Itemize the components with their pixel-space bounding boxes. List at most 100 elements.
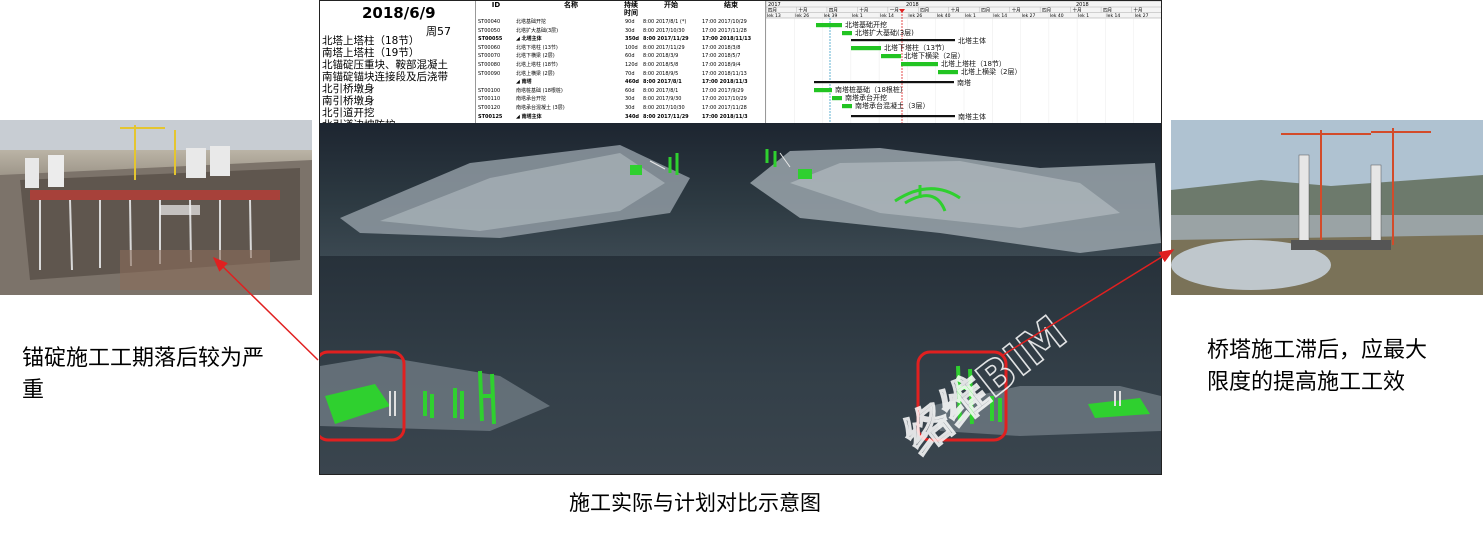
current-week: 周57 (426, 25, 451, 38)
cell-duration: 30d (625, 96, 635, 103)
planned-model-view (320, 123, 1161, 256)
cell-duration: 70d (625, 70, 635, 77)
cell-duration: 60d (625, 87, 635, 94)
cell-start: 8:00 2017/8/1 (643, 79, 682, 86)
cell-start: 8:00 2017/8/1 (*) (643, 19, 687, 25)
cell-duration: 90d (625, 19, 635, 25)
caption-tower-delay: 桥塔施工滞后，应最大限度的提高施工工效 (1207, 338, 1428, 395)
col-header-duration[interactable]: 持续时间 (624, 1, 638, 17)
col-header-start[interactable]: 开始 (641, 1, 701, 17)
gantt-bar (814, 81, 954, 84)
gantt-quarter-label: 十月 (951, 7, 960, 14)
cell-name: 南塔桩基础 (18根桩) (516, 87, 563, 94)
gantt-week-label: lek 14 (1106, 13, 1120, 19)
schedule-view: 2018/6/9 周57 北塔上塔柱（18节） 南塔上塔柱（19节） 北锚碇压重… (320, 1, 1161, 123)
cell-start: 8:00 2017/10/30 (643, 105, 685, 111)
cell-id: ST00055 (478, 36, 503, 43)
cell-name: 北塔扩大基础(3层) (516, 27, 559, 34)
gantt-bar-label: 南塔主体 (958, 112, 986, 121)
bridge-tower-photo (1171, 120, 1483, 295)
col-header-id[interactable]: ID (478, 1, 514, 17)
gantt-bar-label: 南塔 (957, 78, 971, 87)
cell-name: ◢ 南塔 (516, 79, 532, 86)
table-row[interactable]: ST00060 北塔下塔柱 (13节) 100d 8:00 2017/11/29 17:… (476, 44, 764, 52)
gantt-bar-label: 北塔上塔柱（18节） (941, 59, 1006, 68)
table-row[interactable]: ST00090 北塔上横梁 (2层) 70d 8:00 2018/9/5 17:00 2… (476, 70, 764, 78)
gantt-week-label: lek 13 (767, 13, 781, 19)
table-row[interactable]: ST00050 北塔扩大基础(3层) 30d 8:00 2017/10/30 17:00… (476, 27, 764, 35)
cell-end: 17:00 2018/3/8 (702, 44, 741, 51)
active-task: 南锚碇锚块连接段及后浇带 (322, 71, 448, 83)
gantt-bar-label: 南塔桩基础（18根桩） (835, 85, 907, 94)
gantt-bar (832, 96, 842, 101)
gantt-quarter-label: 十月 (1012, 7, 1021, 14)
gantt-week-label: lek 1 (852, 13, 863, 19)
cell-end: 17:00 2018/11/13 (702, 70, 747, 77)
active-task: 北引道开挖 (322, 107, 375, 119)
gantt-bar (851, 39, 955, 42)
cell-start: 8:00 2018/9/5 (643, 70, 679, 77)
cell-id: ST00070 (478, 53, 501, 60)
anchorage-site-illustration (0, 120, 312, 295)
cell-name: ◢ 南塔主体 (516, 113, 542, 120)
cell-end: 17:00 2018/5/7 (702, 53, 741, 60)
current-date-panel: 2018/6/9 周57 北塔上塔柱（18节） 南塔上塔柱（19节） 北锚碇压重… (320, 1, 475, 123)
task-table: ID 名称 持续时间 开始 结束 ST00040 北塔基础开挖 90d 8:00 20… (475, 1, 921, 123)
cell-start: 8:00 2018/3/9 (643, 53, 679, 60)
table-row[interactable]: ST00110 南塔承台开挖 30d 8:00 2017/9/30 17:00 2017… (476, 95, 764, 103)
gantt-quarter-label: 十月 (859, 7, 868, 14)
gantt-week-label: lek 26 (908, 13, 922, 19)
cell-name: 北塔下塔柱 (13节) (516, 44, 558, 51)
table-row[interactable]: ST00055 ◢ 北塔主体 350d 8:00 2017/11/29 17:00 20… (476, 35, 764, 43)
cell-id: ST00125 (478, 113, 503, 120)
gantt-week-label: lek 27 (1022, 13, 1036, 19)
actual-terrain-model: 络维BIM (320, 304, 1161, 465)
gantt-chart: 2017 2018 2018 四月 十月 四月 十月 一月 四月 十月 四月 十月 四月 十月 四月 十月 le… (765, 1, 1161, 123)
table-row[interactable]: ST00080 北塔上塔柱 (18节) 120d 8:00 2018/5/8 17:00… (476, 61, 764, 69)
gantt-quarter-label: 十月 (1073, 7, 1082, 14)
gantt-svg: 2017 2018 2018四月 十月 四月 十月 一月 四月 十月 四月 十月 四月 十月 四月 十月le… (765, 1, 1161, 123)
col-header-end[interactable]: 结束 (701, 1, 761, 17)
table-row[interactable]: ST00100 南塔桩基础 (18根桩) 60d 8:00 2017/8/1 17:00… (476, 87, 764, 95)
gantt-quarter-label: 四月 (829, 8, 838, 14)
cell-start: 8:00 2017/8/1 (643, 87, 679, 94)
cell-id: ST00090 (478, 70, 501, 77)
table-row[interactable]: ST00070 北塔下横梁 (2层) 60d 8:00 2018/3/9 17:00 2… (476, 52, 764, 60)
table-row[interactable]: ◢ 南塔 460d 8:00 2017/8/1 17:00 2018/11/3 (476, 78, 764, 86)
gantt-bar (938, 70, 958, 75)
table-row[interactable]: ST00120 南塔承台混凝土 (3层) 30d 8:00 2017/10/30 17:… (476, 104, 764, 112)
cell-end: 17:00 2018/11/3 (702, 79, 748, 86)
cell-duration: 350d (625, 36, 640, 43)
gantt-quarter-label: 四月 (768, 8, 777, 14)
cell-end: 17:00 2017/9/29 (702, 87, 744, 94)
cell-start: 8:00 2018/5/8 (643, 62, 679, 68)
gantt-bar-label: 南塔承台混凝土（3层） (855, 101, 929, 110)
col-header-name[interactable]: 名称 (516, 1, 626, 17)
gantt-quarter-label: 四月 (1042, 8, 1051, 14)
table-row[interactable]: ST00040 北塔基础开挖 90d 8:00 2017/8/1 (*) 17:00 2… (476, 18, 764, 26)
table-row[interactable]: ST00125 ◢ 南塔主体 340d 8:00 2017/11/29 17:00 20… (476, 113, 764, 121)
cell-name: ◢ 北塔主体 (516, 36, 542, 43)
cell-duration: 30d (625, 105, 635, 111)
cell-name: 南塔承台开挖 (516, 96, 547, 103)
gantt-quarter-label: 四月 (1103, 8, 1112, 14)
gantt-bar-label: 北塔扩大基础(3层) (855, 28, 914, 37)
cell-name: 北塔上塔柱 (18节) (516, 62, 558, 68)
gantt-week-label: lek 40 (1050, 13, 1064, 19)
gantt-bar (881, 54, 901, 59)
current-date: 2018/6/9 (362, 4, 436, 22)
active-task: 北塔上塔柱（18节） (322, 35, 420, 47)
gantt-quarter-label: 十月 (1134, 7, 1143, 14)
active-task: 南引桥墩身 (322, 95, 375, 107)
gantt-quarter-label: 十月 (798, 7, 807, 14)
figure-title: 施工实际与计划对比示意图 (569, 491, 821, 515)
cell-id: ST00060 (478, 44, 501, 51)
cell-start: 8:00 2017/11/29 (643, 36, 689, 43)
gantt-bar (851, 46, 881, 51)
cell-start: 8:00 2017/11/29 (643, 113, 689, 120)
cell-end: 17:00 2017/11/28 (702, 27, 747, 34)
gantt-bar (816, 23, 842, 28)
gantt-week-label: lek 1 (1078, 13, 1089, 19)
gantt-week-label: lek 14 (993, 13, 1007, 19)
cell-duration: 100d (625, 44, 638, 51)
